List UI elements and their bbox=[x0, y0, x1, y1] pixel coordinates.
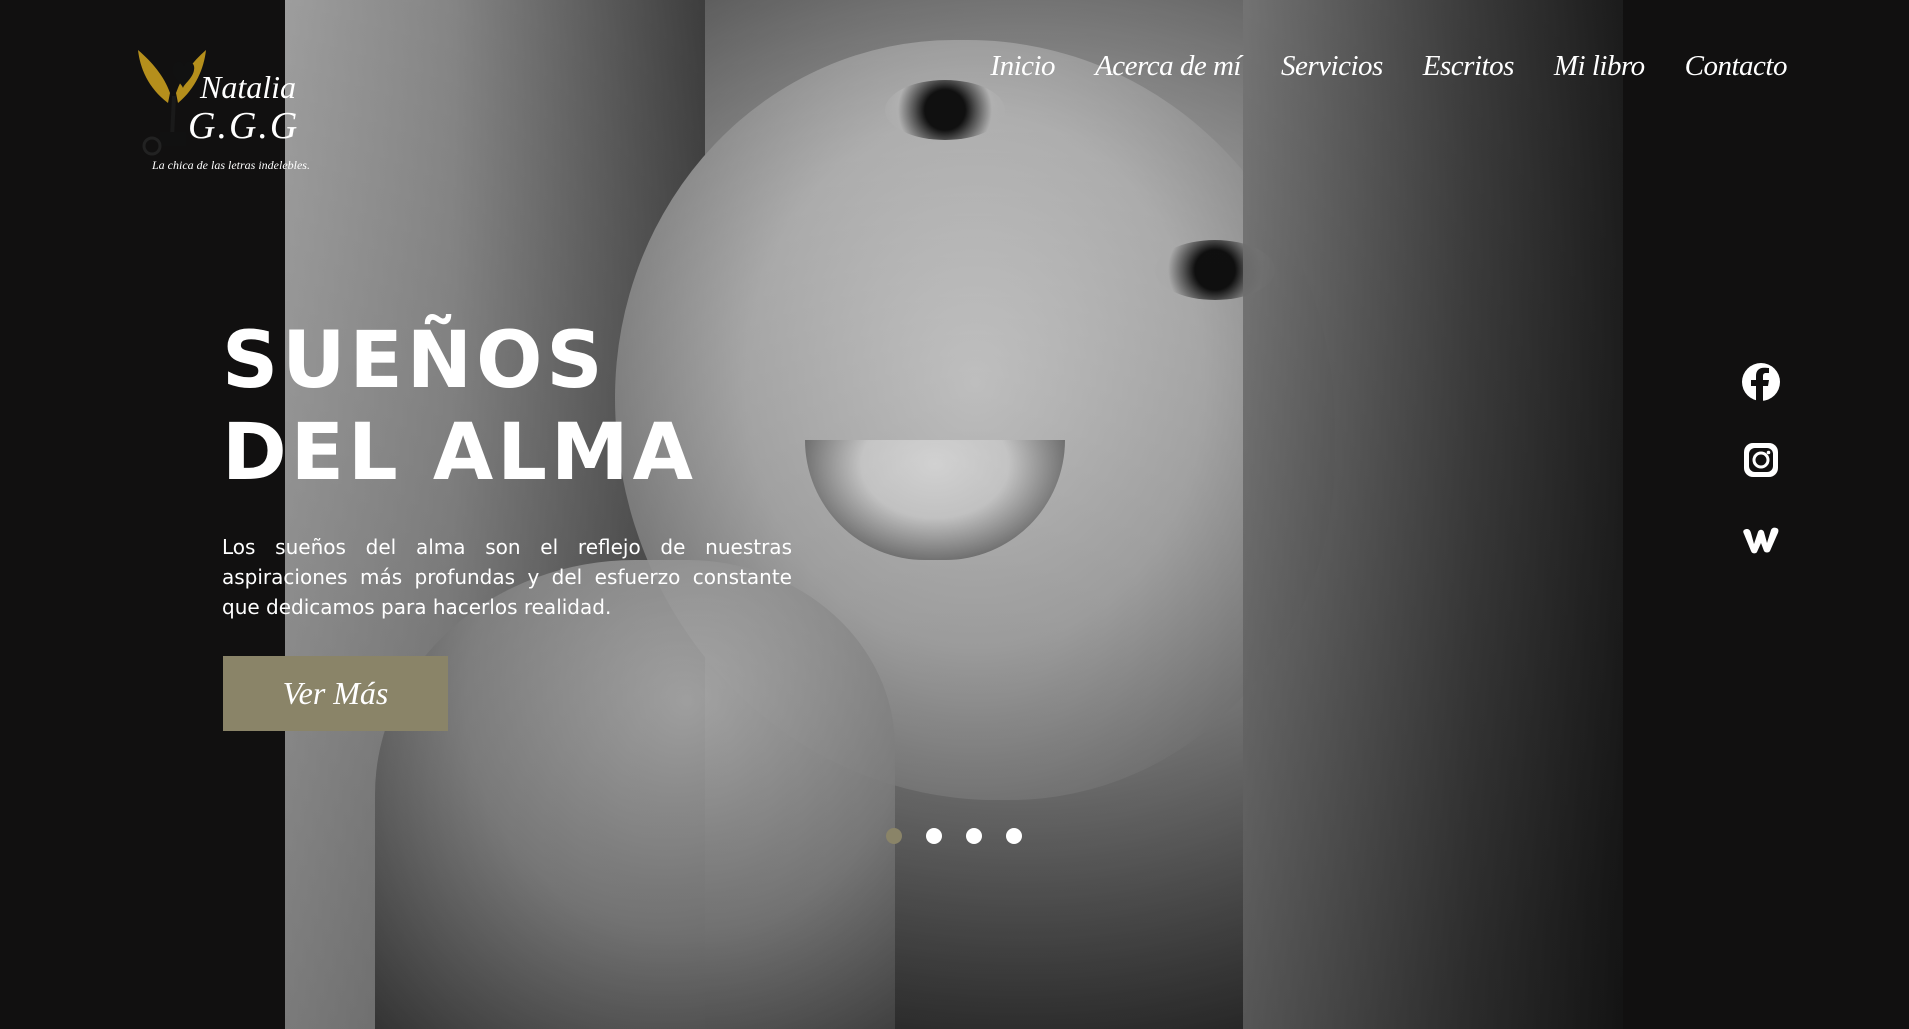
nav-item-mi-libro[interactable]: Mi libro bbox=[1554, 50, 1645, 83]
site-logo[interactable]: Natalia G.G.G La chica de las letras ind… bbox=[138, 48, 310, 178]
main-navigation: Inicio Acerca de mí Servicios Escritos M… bbox=[990, 50, 1787, 83]
slider-dot-2[interactable] bbox=[926, 828, 942, 844]
slider-pagination bbox=[886, 828, 1022, 844]
logo-tagline: La chica de las letras indelebles. bbox=[152, 158, 310, 172]
ver-mas-button[interactable]: Ver Más bbox=[223, 656, 448, 731]
wattpad-icon[interactable] bbox=[1741, 518, 1781, 558]
logo-initials: G.G.G bbox=[188, 105, 300, 147]
slider-dot-1[interactable] bbox=[886, 828, 902, 844]
hero-description: Los sueños del alma son el reflejo de nu… bbox=[222, 535, 792, 619]
nav-item-inicio[interactable]: Inicio bbox=[990, 50, 1055, 83]
hero-title: SUEÑOS DEL ALMA bbox=[222, 315, 697, 499]
nav-item-servicios[interactable]: Servicios bbox=[1281, 50, 1383, 83]
nav-item-escritos[interactable]: Escritos bbox=[1423, 50, 1515, 83]
nav-item-acerca-de-mi[interactable]: Acerca de mí bbox=[1095, 50, 1241, 83]
nav-item-contacto[interactable]: Contacto bbox=[1685, 50, 1788, 83]
hero-title-line-1: SUEÑOS bbox=[222, 316, 607, 406]
instagram-icon[interactable] bbox=[1741, 440, 1781, 480]
facebook-icon[interactable] bbox=[1741, 362, 1781, 402]
slider-dot-3[interactable] bbox=[966, 828, 982, 844]
slider-dot-4[interactable] bbox=[1006, 828, 1022, 844]
hero-title-line-2: DEL ALMA bbox=[222, 408, 697, 498]
social-links bbox=[1741, 362, 1781, 558]
logo-name: Natalia bbox=[200, 69, 297, 105]
hero-background-photo bbox=[285, 0, 1623, 1029]
